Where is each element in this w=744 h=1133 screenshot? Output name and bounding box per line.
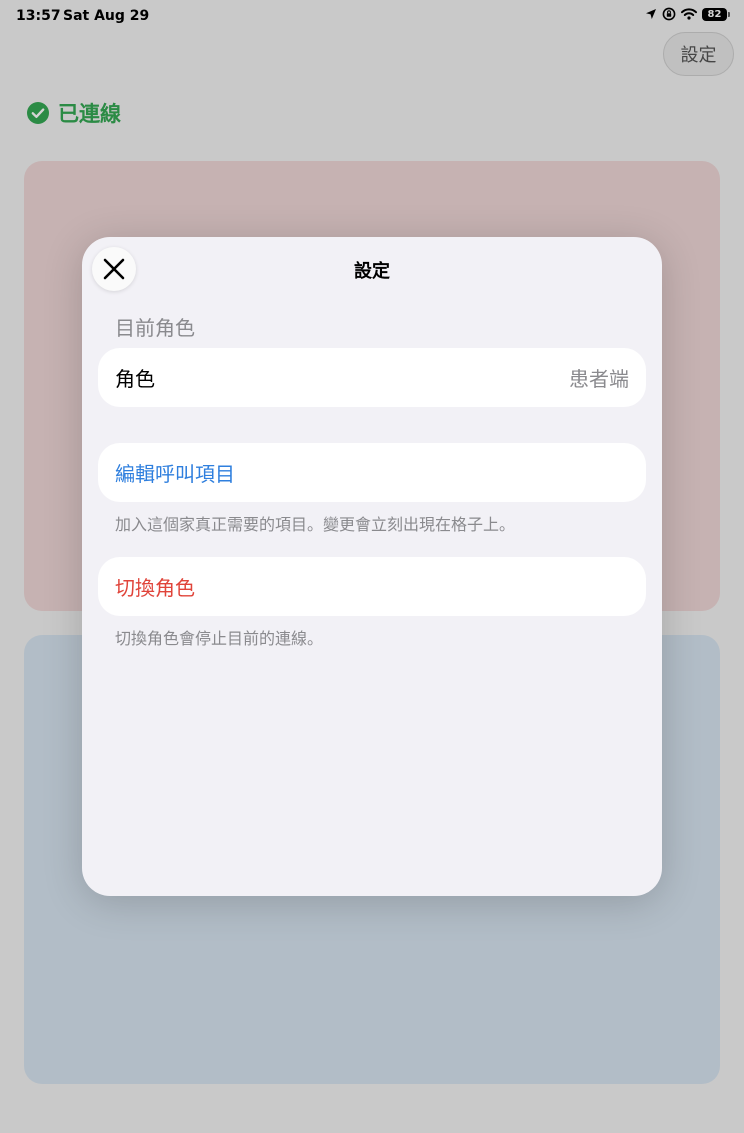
- edit-call-items-label: 編輯呼叫項目: [115, 462, 235, 486]
- role-row[interactable]: 角色 患者端: [98, 348, 646, 407]
- section-header-current-role: 目前角色: [115, 316, 195, 340]
- switch-role-button[interactable]: 切換角色: [98, 557, 646, 616]
- edit-call-items-button[interactable]: 編輯呼叫項目: [98, 443, 646, 502]
- edit-call-items-footnote: 加入這個家真正需要的項目。變更會立刻出現在格子上。: [115, 515, 516, 534]
- role-row-label: 角色: [115, 367, 155, 391]
- sheet-title: 設定: [354, 261, 390, 282]
- role-row-value: 患者端: [569, 367, 629, 391]
- switch-role-label: 切換角色: [115, 576, 195, 600]
- switch-role-footnote: 切換角色會停止目前的連線。: [115, 629, 324, 648]
- settings-sheet: 設定 目前角色 角色 患者端 編輯呼叫項目 加入這個家真正需要的項目。變更會立刻…: [82, 237, 662, 896]
